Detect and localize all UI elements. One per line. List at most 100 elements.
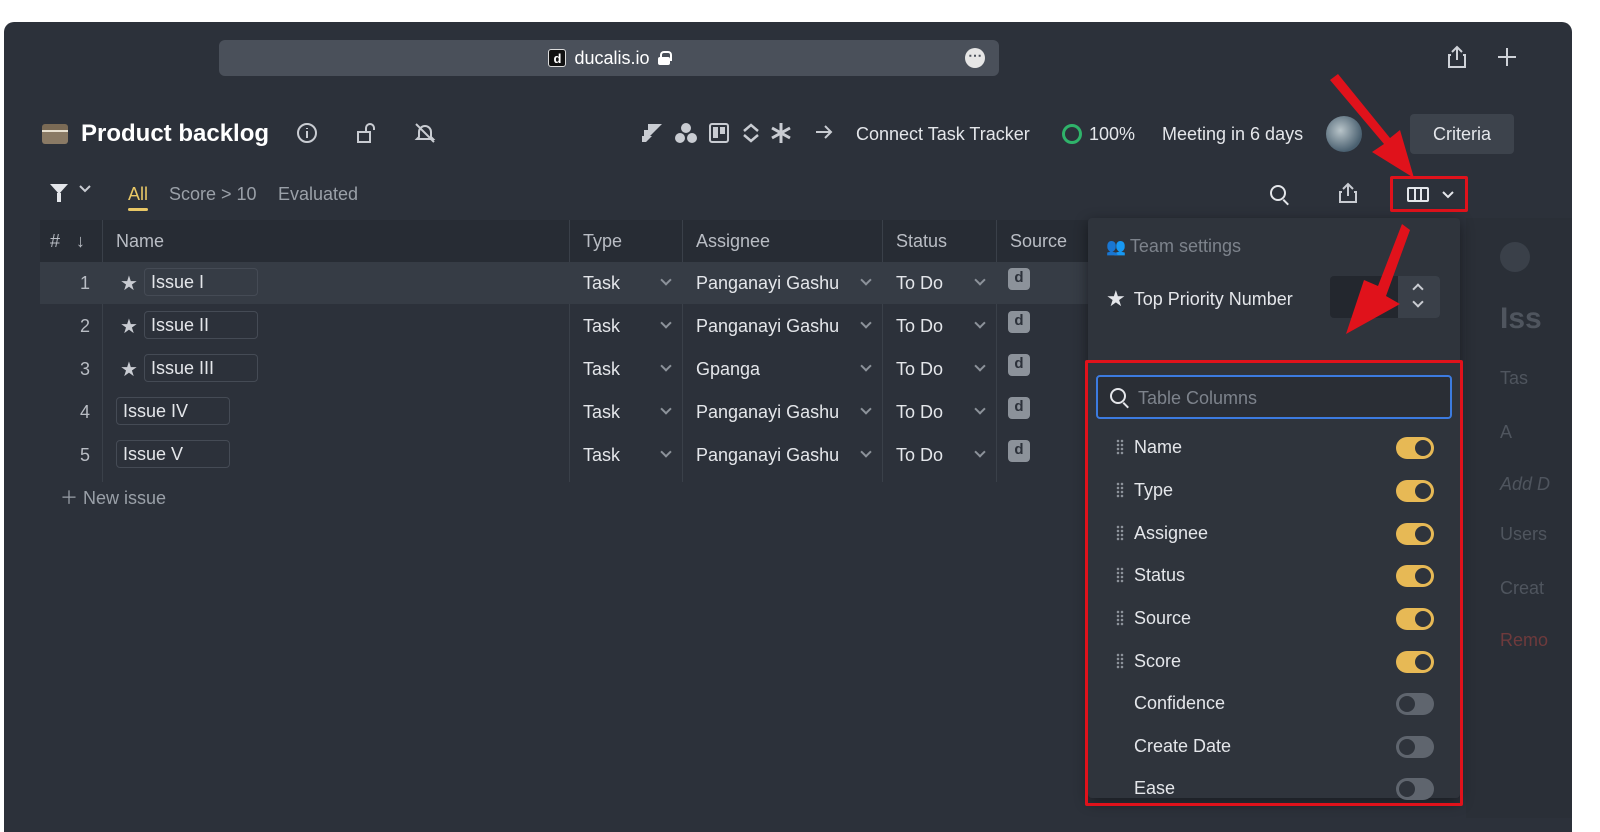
assignee-cell[interactable]: Gpanga <box>696 359 760 380</box>
new-tab-icon[interactable] <box>1492 42 1522 72</box>
drag-handle-icon[interactable] <box>1116 567 1124 583</box>
column-toggle[interactable] <box>1396 778 1434 800</box>
column-toggle[interactable] <box>1396 523 1434 545</box>
assignee-cell[interactable]: Panganayi Gashu <box>696 316 839 337</box>
chevron-down-icon[interactable] <box>860 317 872 329</box>
assignee-cell[interactable]: Panganayi Gashu <box>696 402 839 423</box>
column-header-source[interactable]: Source <box>1010 231 1067 252</box>
issue-name[interactable]: Issue V <box>116 440 230 468</box>
column-header-assignee[interactable]: Assignee <box>696 231 770 252</box>
export-icon[interactable] <box>1338 182 1358 210</box>
star-icon[interactable]: ★ <box>120 271 138 296</box>
drag-handle-icon[interactable] <box>1116 610 1124 626</box>
issue-name[interactable]: Issue III <box>144 354 258 382</box>
type-cell[interactable]: Task <box>583 316 620 337</box>
column-header-name[interactable]: Name <box>116 231 164 252</box>
filter-icon[interactable] <box>50 184 68 202</box>
type-cell[interactable]: Task <box>583 445 620 466</box>
new-issue-button[interactable]: ＋ New issue <box>60 484 166 510</box>
sort-arrow-icon[interactable]: ↓ <box>76 231 85 252</box>
column-item-source[interactable]: Source <box>1088 598 1460 640</box>
chevron-down-icon[interactable] <box>860 360 872 372</box>
column-toggle[interactable] <box>1396 565 1434 587</box>
table-columns-search[interactable] <box>1096 375 1452 419</box>
tab-evaluated[interactable]: Evaluated <box>278 184 358 205</box>
chevron-down-icon[interactable] <box>974 446 986 458</box>
status-cell[interactable]: To Do <box>896 316 943 337</box>
column-item-name[interactable]: Name <box>1088 427 1460 469</box>
drag-handle-icon[interactable] <box>1116 525 1124 541</box>
info-icon[interactable] <box>296 122 318 150</box>
jira-icon[interactable] <box>640 122 664 150</box>
column-header-type[interactable]: Type <box>583 231 622 252</box>
status-cell[interactable]: To Do <box>896 359 943 380</box>
chevron-down-icon[interactable] <box>974 360 986 372</box>
unlock-icon[interactable] <box>356 122 378 150</box>
chevron-down-icon[interactable] <box>660 274 672 286</box>
chevron-down-icon[interactable] <box>660 360 672 372</box>
url-bar[interactable]: d ducalis.io ⋯ <box>219 40 999 76</box>
meeting-countdown[interactable]: Meeting in 6 days <box>1162 124 1303 145</box>
column-item-assignee[interactable]: Assignee <box>1088 513 1460 555</box>
team-settings-link[interactable]: 👥 Team settings <box>1106 236 1241 257</box>
notifications-off-icon[interactable] <box>414 122 436 150</box>
more-options-icon[interactable]: ⋯ <box>965 48 985 68</box>
type-cell[interactable]: Task <box>583 273 620 294</box>
chevron-down-icon[interactable] <box>860 403 872 415</box>
assignee-cell[interactable]: Panganayi Gashu <box>696 273 839 294</box>
chevron-down-icon[interactable] <box>860 274 872 286</box>
issue-name[interactable]: Issue IV <box>116 397 230 425</box>
issue-name[interactable]: Issue II <box>144 311 258 339</box>
table-row[interactable]: 3 ★ Issue III Task Gpanga To Do d <box>40 348 1090 390</box>
column-item-status[interactable]: Status <box>1088 555 1460 597</box>
chevron-down-icon[interactable] <box>660 403 672 415</box>
column-item-ease[interactable]: Ease <box>1088 768 1460 810</box>
status-cell[interactable]: To Do <box>896 273 943 294</box>
column-item-create-date[interactable]: Create Date <box>1088 726 1460 768</box>
trello-icon[interactable] <box>708 122 730 150</box>
star-icon[interactable]: ★ <box>120 357 138 382</box>
drag-handle-icon[interactable] <box>1116 482 1124 498</box>
chevron-down-icon[interactable] <box>974 274 986 286</box>
sync-icon[interactable] <box>740 122 762 150</box>
chevron-down-icon[interactable] <box>660 446 672 458</box>
share-icon[interactable] <box>1442 42 1472 72</box>
table-row[interactable]: 1 ★ Issue I Task Panganayi Gashu To Do d <box>40 262 1090 304</box>
status-cell[interactable]: To Do <box>896 402 943 423</box>
asterisk-icon[interactable] <box>770 122 792 150</box>
type-cell[interactable]: Task <box>583 359 620 380</box>
status-cell[interactable]: To Do <box>896 445 943 466</box>
connect-task-tracker-link[interactable]: Connect Task Tracker <box>856 124 1030 145</box>
chevron-down-icon[interactable] <box>974 317 986 329</box>
arrow-right-icon[interactable] <box>814 122 834 148</box>
tab-all[interactable]: All <box>128 184 149 211</box>
star-icon[interactable]: ★ <box>120 314 138 339</box>
column-item-confidence[interactable]: Confidence <box>1088 683 1460 725</box>
column-toggle[interactable] <box>1396 736 1434 758</box>
column-toggle[interactable] <box>1396 608 1434 630</box>
integrations-dots-icon[interactable] <box>674 122 698 150</box>
column-item-score[interactable]: Score <box>1088 641 1460 683</box>
chevron-down-icon[interactable] <box>660 317 672 329</box>
column-toggle[interactable] <box>1396 480 1434 502</box>
column-toggle[interactable] <box>1396 437 1434 459</box>
chevron-down-icon[interactable] <box>860 446 872 458</box>
search-icon[interactable] <box>1270 185 1286 201</box>
assignee-cell[interactable]: Panganayi Gashu <box>696 445 839 466</box>
tab-score-gt-10[interactable]: Score > 10 <box>169 184 257 205</box>
chevron-down-icon[interactable] <box>974 403 986 415</box>
column-toggle[interactable] <box>1396 651 1434 673</box>
column-toggle[interactable] <box>1396 693 1434 715</box>
drag-handle-icon[interactable] <box>1116 439 1124 455</box>
column-header-status[interactable]: Status <box>896 231 947 252</box>
table-columns-input[interactable] <box>1138 385 1438 411</box>
issue-name[interactable]: Issue I <box>144 268 258 296</box>
column-item-type[interactable]: Type <box>1088 470 1460 512</box>
table-row[interactable]: 5 Issue V Task Panganayi Gashu To Do d <box>40 434 1090 476</box>
chevron-down-icon[interactable] <box>78 182 92 199</box>
table-row[interactable]: 2 ★ Issue II Task Panganayi Gashu To Do … <box>40 305 1090 347</box>
type-cell[interactable]: Task <box>583 402 620 423</box>
table-row[interactable]: 4 Issue IV Task Panganayi Gashu To Do d <box>40 391 1090 433</box>
criteria-button[interactable]: Criteria <box>1410 114 1514 154</box>
drag-handle-icon[interactable] <box>1116 653 1124 669</box>
